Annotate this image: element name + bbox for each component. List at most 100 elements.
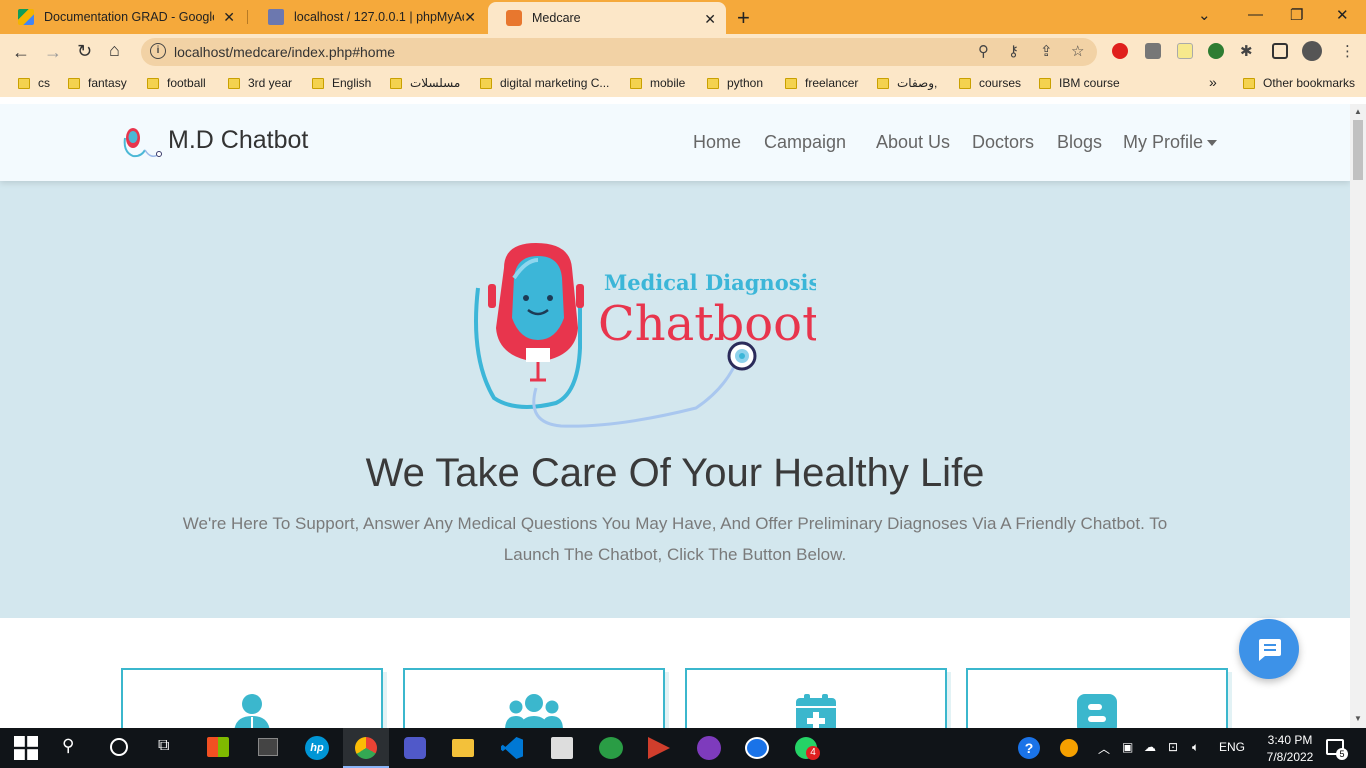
show-hidden-icons-chevron[interactable]: ︿ bbox=[1098, 740, 1110, 757]
bookmark-folder[interactable]: python bbox=[707, 76, 763, 90]
hp-icon[interactable]: hp bbox=[305, 736, 329, 760]
folder-icon bbox=[480, 77, 492, 89]
nav-doctors[interactable]: Doctors bbox=[972, 132, 1034, 153]
url-text[interactable]: localhost/medcare/index.php#home bbox=[174, 44, 395, 60]
meet-now-icon[interactable]: ▣ bbox=[1122, 740, 1133, 754]
system-clock[interactable]: 3:40 PM 7/8/2022 bbox=[1257, 732, 1323, 766]
feature-card-blogs[interactable] bbox=[966, 668, 1228, 728]
bookmark-folder[interactable]: وصفات, bbox=[877, 76, 937, 90]
feature-card-appointments[interactable] bbox=[685, 668, 947, 728]
tab-documentation[interactable]: Documentation GRAD - Google D ✕ bbox=[0, 0, 245, 34]
site-info-icon[interactable]: i bbox=[150, 43, 166, 59]
chatbot-launch-button[interactable] bbox=[1239, 619, 1299, 679]
video-editor-icon[interactable] bbox=[258, 738, 278, 756]
chrome-icon[interactable] bbox=[355, 737, 377, 759]
folder-icon bbox=[312, 77, 324, 89]
nav-my-profile-dropdown[interactable]: My Profile bbox=[1123, 132, 1218, 153]
minimize-button[interactable]: — bbox=[1248, 6, 1263, 23]
bookmark-folder[interactable]: IBM course bbox=[1039, 76, 1120, 90]
folder-icon bbox=[959, 77, 971, 89]
cortana-icon[interactable] bbox=[110, 738, 128, 756]
users-icon bbox=[505, 694, 563, 728]
globe-extension-icon[interactable] bbox=[1208, 43, 1224, 59]
color-picker-extension-icon[interactable] bbox=[1145, 43, 1161, 59]
feature-card-community[interactable] bbox=[403, 668, 665, 728]
bookmark-folder[interactable]: fantasy bbox=[68, 76, 127, 90]
nav-about-us[interactable]: About Us bbox=[876, 132, 950, 153]
folder-icon bbox=[1039, 77, 1051, 89]
nav-home[interactable]: Home bbox=[693, 132, 741, 153]
folder-icon bbox=[228, 77, 240, 89]
caret-down-icon bbox=[1207, 140, 1218, 147]
scroll-thumb[interactable] bbox=[1353, 120, 1363, 180]
tab-medcare[interactable]: Medcare ✕ bbox=[488, 2, 726, 34]
folder-icon bbox=[707, 77, 719, 89]
location-pin-icon[interactable]: ⚲ bbox=[978, 42, 989, 60]
network-icon[interactable]: ⊡ bbox=[1168, 740, 1178, 754]
onedrive-cloud-icon[interactable]: ☁ bbox=[1144, 740, 1156, 754]
side-panel-icon[interactable] bbox=[1272, 43, 1288, 59]
teamviewer-icon[interactable] bbox=[745, 737, 769, 759]
volume-icon[interactable]: 🔈︎ bbox=[1192, 740, 1199, 755]
scroll-up-arrow-icon[interactable]: ▲ bbox=[1354, 107, 1362, 116]
back-arrow-icon[interactable]: ← bbox=[12, 42, 30, 63]
page-scrollbar[interactable]: ▲ ▼ bbox=[1350, 104, 1366, 728]
bookmark-folder[interactable]: freelancer bbox=[785, 76, 858, 90]
bookmark-folder[interactable]: English bbox=[312, 76, 371, 90]
xampp-icon bbox=[506, 10, 522, 26]
forward-arrow-icon[interactable]: → bbox=[44, 42, 62, 63]
bookmark-folder[interactable]: 3rd year bbox=[228, 76, 292, 90]
hero-subtitle: We're Here To Support, Answer Any Medica… bbox=[182, 514, 1168, 564]
close-tab-icon[interactable]: ✕ bbox=[704, 11, 716, 28]
nav-blogs[interactable]: Blogs bbox=[1057, 132, 1102, 153]
task-view-icon[interactable]: ⧉ bbox=[158, 737, 169, 755]
logo-line-1: Medical Diagnosis bbox=[604, 270, 816, 295]
nav-campaign[interactable]: Campaign bbox=[764, 132, 846, 153]
home-icon[interactable]: ⌂ bbox=[109, 40, 120, 61]
file-explorer-icon[interactable] bbox=[452, 739, 474, 757]
restore-button[interactable]: ❐ bbox=[1290, 6, 1303, 24]
key-icon[interactable]: ⚷ bbox=[1008, 42, 1019, 60]
help-icon[interactable]: ? bbox=[1018, 737, 1040, 759]
bookmark-folder[interactable]: cs bbox=[18, 76, 50, 90]
tab-search-chevron-icon[interactable]: ⌄ bbox=[1198, 6, 1211, 24]
extensions-puzzle-icon[interactable]: ✱ bbox=[1240, 42, 1253, 60]
internet-download-manager-icon[interactable] bbox=[599, 737, 623, 759]
calendar-plus-icon bbox=[796, 694, 836, 728]
windows-start-icon[interactable] bbox=[14, 736, 38, 760]
bookmark-folder[interactable]: football bbox=[147, 76, 206, 90]
bookmark-folder[interactable]: mobile bbox=[630, 76, 685, 90]
reload-icon[interactable]: ↻ bbox=[77, 41, 92, 62]
folder-icon bbox=[147, 77, 159, 89]
bookmark-folder[interactable]: courses bbox=[959, 76, 1021, 90]
tab-divider bbox=[247, 10, 248, 24]
calendar-app-icon[interactable] bbox=[551, 737, 573, 759]
menu-kebab-icon[interactable]: ⋮ bbox=[1340, 42, 1355, 60]
folder-icon bbox=[630, 77, 642, 89]
tor-browser-icon[interactable] bbox=[697, 736, 721, 760]
share-icon[interactable]: ⇪ bbox=[1040, 42, 1053, 60]
notes-extension-icon[interactable] bbox=[1177, 43, 1193, 59]
new-tab-button[interactable]: + bbox=[737, 5, 750, 31]
search-icon[interactable]: ⚲ bbox=[62, 736, 74, 756]
profile-avatar[interactable] bbox=[1302, 41, 1322, 61]
bookmark-star-icon[interactable]: ☆ bbox=[1071, 42, 1084, 60]
teams-icon[interactable] bbox=[404, 737, 426, 759]
chat-icon bbox=[1259, 639, 1281, 661]
chatbot-logo-icon[interactable] bbox=[119, 124, 163, 164]
close-tab-icon[interactable]: ✕ bbox=[464, 9, 476, 26]
scroll-down-arrow-icon[interactable]: ▼ bbox=[1354, 714, 1362, 723]
tab-phpmyadmin[interactable]: localhost / 127.0.0.1 | phpMyAdm ✕ bbox=[250, 0, 486, 34]
close-window-button[interactable]: ✕ bbox=[1336, 6, 1349, 24]
feature-card-doctors[interactable] bbox=[121, 668, 383, 728]
microsoft-store-icon[interactable] bbox=[207, 737, 229, 757]
brand-name[interactable]: M.D Chatbot bbox=[168, 126, 308, 155]
tray-app-icon[interactable] bbox=[1060, 739, 1078, 757]
language-indicator[interactable]: ENG bbox=[1219, 740, 1245, 754]
bookmarks-overflow-button[interactable]: » bbox=[1209, 74, 1217, 90]
bookmark-folder[interactable]: مسلسلات bbox=[390, 76, 460, 90]
other-bookmarks-folder[interactable]: Other bookmarks bbox=[1243, 76, 1355, 90]
bookmark-folder[interactable]: digital marketing C... bbox=[480, 76, 609, 90]
close-tab-icon[interactable]: ✕ bbox=[223, 9, 235, 26]
opera-extension-icon[interactable] bbox=[1112, 43, 1128, 59]
